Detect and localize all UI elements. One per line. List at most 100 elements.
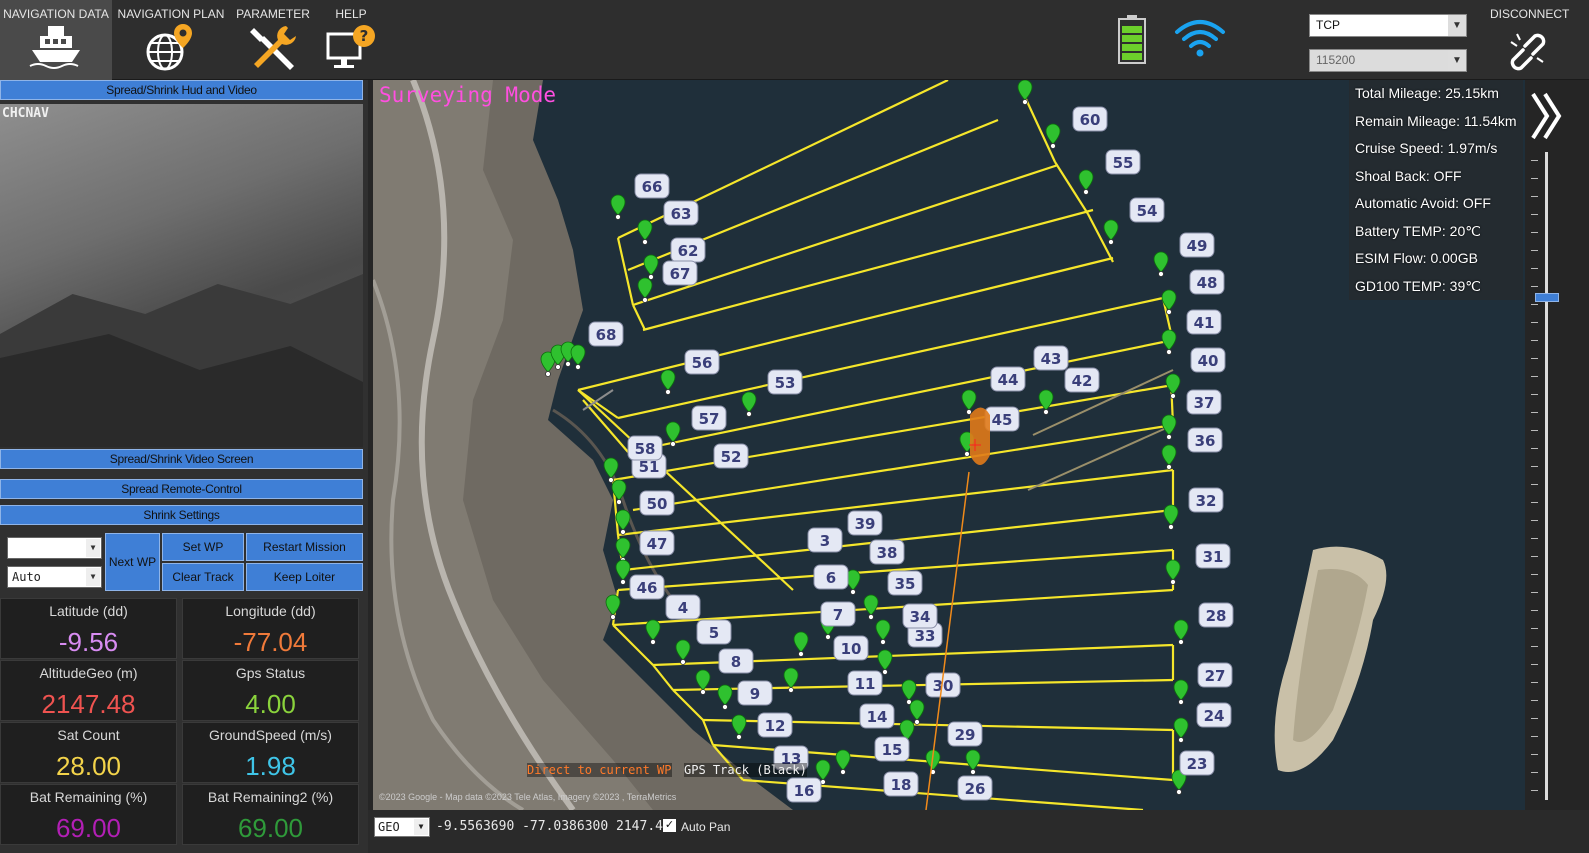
zoom-tick [1531, 178, 1538, 179]
waypoint-label[interactable]: 43 [1033, 345, 1069, 371]
waypoint-label[interactable]: 35 [887, 570, 923, 596]
zoom-tick [1531, 286, 1538, 287]
zoom-slider-thumb[interactable] [1535, 293, 1559, 302]
status-line: Cruise Speed: 1.97m/s [1355, 140, 1498, 156]
double-chevron-right-icon[interactable] [1525, 86, 1569, 146]
set-wp-button[interactable]: Set WP [162, 533, 244, 561]
waypoint-label[interactable]: 52 [713, 443, 749, 469]
waypoint-label[interactable]: 42 [1064, 367, 1100, 393]
globe-pin-icon [143, 22, 199, 75]
status-line: GD100 TEMP: 39℃ [1355, 277, 1481, 294]
waypoint-label[interactable]: 41 [1186, 309, 1222, 335]
zoom-tick [1531, 736, 1538, 737]
restart-mission-button[interactable]: Restart Mission [246, 533, 363, 561]
menu-navigation-data[interactable]: NAVIGATION DATA [0, 0, 112, 80]
waypoint-label[interactable]: 38 [869, 539, 905, 565]
waypoint-label[interactable]: 29 [947, 721, 983, 747]
waypoint-label[interactable]: 37 [1186, 389, 1222, 415]
waypoint-label[interactable]: 55 [1105, 149, 1141, 175]
waypoint-label[interactable]: 12 [757, 712, 793, 738]
spread-shrink-video-button[interactable]: Spread/Shrink Video Screen [0, 449, 363, 469]
waypoint-label[interactable]: 47 [639, 530, 675, 556]
auto-pan-checkbox[interactable]: ✓ [663, 819, 676, 832]
disconnect-link-icon[interactable] [1505, 28, 1551, 81]
waypoint-label[interactable]: 45 [984, 406, 1020, 432]
mode-select-2[interactable]: Auto ▼ [7, 566, 102, 588]
waypoint-label[interactable]: 9 [737, 680, 773, 706]
waypoint-label[interactable]: 23 [1179, 750, 1215, 776]
waypoint-label[interactable]: 10 [833, 635, 869, 661]
waypoint-label[interactable]: 66 [634, 173, 670, 199]
waypoint-label[interactable]: 34 [902, 603, 938, 629]
waypoint-label[interactable]: 27 [1197, 662, 1233, 688]
waypoint-label[interactable]: 14 [859, 703, 895, 729]
clear-track-button[interactable]: Clear Track [162, 563, 244, 591]
waypoint-label[interactable]: 39 [847, 510, 883, 536]
waypoint-label[interactable]: 28 [1198, 602, 1234, 628]
waypoint-label[interactable]: 31 [1195, 543, 1231, 569]
spread-shrink-hud-button[interactable]: Spread/Shrink Hud and Video [0, 80, 363, 100]
waypoint-label[interactable]: 16 [786, 777, 822, 803]
waypoint-label[interactable]: 7 [820, 601, 856, 627]
keep-loiter-button[interactable]: Keep Loiter [246, 563, 363, 591]
waypoint-label[interactable]: 3 [807, 527, 843, 553]
waypoint-label[interactable]: 60 [1072, 106, 1108, 132]
zoom-tick [1531, 592, 1538, 593]
svg-text:56: 56 [692, 354, 713, 372]
mode-select-1[interactable]: ▼ [7, 537, 102, 559]
quick-view-cell: GroundSpeed (m/s) 1.98 [182, 722, 359, 783]
waypoint-label[interactable]: 49 [1179, 232, 1215, 258]
waypoint-label[interactable]: 26 [957, 775, 993, 801]
waypoint-label[interactable]: 50 [639, 490, 675, 516]
waypoint-label[interactable]: 56 [684, 349, 720, 375]
svg-text:16: 16 [794, 782, 815, 800]
zoom-slider-track[interactable] [1545, 152, 1548, 800]
quick-view-label: Gps Status [235, 665, 306, 681]
svg-text:47: 47 [647, 535, 668, 553]
svg-text:60: 60 [1080, 111, 1101, 129]
waypoint-label[interactable]: 44 [990, 366, 1026, 392]
coord-mode-select[interactable]: GEO ▼ [374, 817, 430, 837]
menu-parameter[interactable]: PARAMETER [232, 0, 314, 80]
zoom-tick [1531, 196, 1538, 197]
waypoint-label[interactable]: 62 [670, 237, 706, 263]
waypoint-label[interactable]: 46 [629, 574, 665, 600]
waypoint-label[interactable]: 54 [1129, 197, 1165, 223]
waypoint-label[interactable]: 63 [663, 200, 699, 226]
waypoint-label[interactable]: 53 [767, 369, 803, 395]
waypoint-label[interactable]: 48 [1189, 269, 1225, 295]
svg-text:14: 14 [867, 708, 888, 726]
waypoint-label[interactable]: 57 [691, 405, 727, 431]
quick-view-value: 69.00 [55, 813, 122, 843]
menu-help[interactable]: HELP ? [316, 0, 386, 80]
waypoint-label[interactable]: 15 [874, 736, 910, 762]
zoom-tick [1531, 610, 1538, 611]
svg-text:51: 51 [639, 458, 660, 476]
zoom-tick [1531, 700, 1538, 701]
svg-text:45: 45 [992, 411, 1013, 429]
baud-select[interactable]: 115200 ▼ [1309, 49, 1467, 72]
next-wp-button[interactable]: Next WP [105, 533, 160, 591]
waypoint-label[interactable]: 58 [627, 435, 663, 461]
protocol-select[interactable]: TCP ▼ [1309, 14, 1467, 37]
waypoint-label[interactable]: 8 [718, 648, 754, 674]
quick-view-grid: Latitude (dd) -9.56 Longitude (dd) -77.04 Al… [0, 598, 363, 853]
waypoint-label[interactable]: 5 [696, 619, 732, 645]
waypoint-label[interactable]: 40 [1190, 347, 1226, 373]
waypoint-label[interactable]: 11 [847, 670, 883, 696]
zoom-tick [1531, 358, 1538, 359]
spread-remote-control-button[interactable]: Spread Remote-Control [0, 479, 363, 499]
gps-track-label: GPS Track (Black) [684, 763, 807, 777]
waypoint-label[interactable]: 68 [588, 321, 624, 347]
waypoint-label[interactable]: 36 [1187, 427, 1223, 453]
waypoint-label[interactable]: 32 [1188, 487, 1224, 513]
waypoint-label[interactable]: 24 [1196, 702, 1232, 728]
menu-navigation-plan[interactable]: NAVIGATION PLAN [112, 0, 230, 80]
map-view[interactable]: 3 4 5 6 7 8 9 10 11 12 13 14 15 16 18 23 24 26 27 28 29 30 31 3… [373, 80, 1525, 810]
waypoint-label[interactable]: 18 [883, 771, 919, 797]
waypoint-label[interactable]: 6 [813, 564, 849, 590]
shrink-settings-button[interactable]: Shrink Settings [0, 505, 363, 525]
quick-view-label: Sat Count [57, 727, 120, 743]
waypoint-label[interactable]: 4 [665, 594, 701, 620]
waypoint-label[interactable]: 67 [662, 260, 698, 286]
